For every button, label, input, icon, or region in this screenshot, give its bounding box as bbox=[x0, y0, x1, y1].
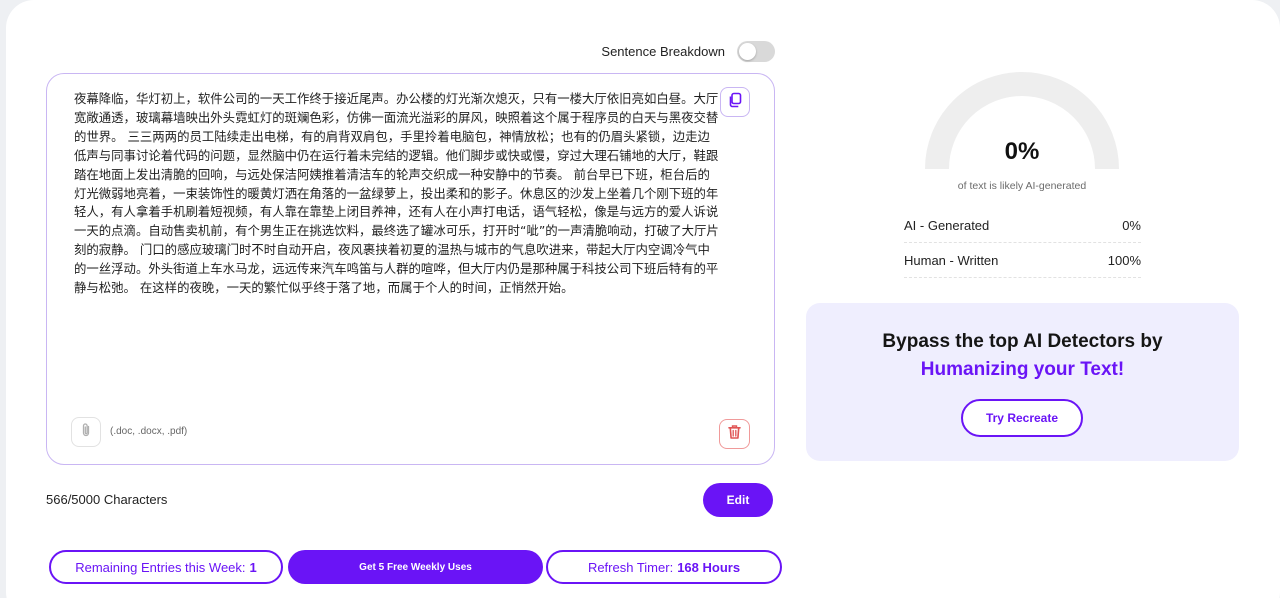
character-count: 566/5000 Characters bbox=[46, 492, 168, 507]
toggle-knob bbox=[739, 42, 756, 60]
remaining-entries-value: 1 bbox=[249, 559, 257, 575]
editor-textarea[interactable]: 夜幕降临，华灯初上，软件公司的一天工作终于接近尾声。办公楼的灯光渐次熄灭，只有一… bbox=[74, 90, 722, 298]
remaining-entries-button[interactable]: Remaining Entries this Week: 1 bbox=[49, 550, 283, 584]
delete-button[interactable] bbox=[719, 419, 750, 449]
ai-generated-row: AI - Generated 0% bbox=[904, 209, 1141, 243]
ai-generated-value: 0% bbox=[1122, 218, 1141, 233]
promo-headline: Bypass the top AI Detectors by bbox=[882, 331, 1163, 352]
trash-icon bbox=[727, 424, 742, 445]
copy-icon bbox=[727, 92, 743, 113]
human-written-label: Human - Written bbox=[904, 253, 999, 268]
attach-file-button[interactable] bbox=[71, 417, 101, 447]
refresh-timer-label: Refresh Timer: bbox=[587, 559, 674, 575]
ai-generated-label: AI - Generated bbox=[904, 218, 990, 233]
edit-button[interactable]: Edit bbox=[703, 483, 773, 517]
human-written-value: 100% bbox=[1107, 253, 1141, 268]
try-recreate-button[interactable]: Try Recreate bbox=[961, 399, 1083, 437]
human-written-row: Human - Written 100% bbox=[904, 244, 1141, 278]
refresh-timer-value: 168 Hours bbox=[677, 559, 741, 575]
text-editor[interactable]: 夜幕降临，华灯初上，软件公司的一天工作终于接近尾声。办公楼的灯光渐次熄灭，只有一… bbox=[46, 73, 775, 465]
ai-score-percent: 0% bbox=[1004, 138, 1040, 165]
remaining-entries-label: Remaining Entries this Week: bbox=[75, 559, 246, 575]
sentence-breakdown-toggle[interactable] bbox=[737, 40, 775, 62]
paperclip-icon bbox=[79, 422, 93, 443]
humanize-promo-card: Bypass the top AI Detectors by Humanizin… bbox=[806, 303, 1239, 461]
promo-highlight: Humanizing your Text! bbox=[920, 359, 1125, 380]
sentence-breakdown-row: Sentence Breakdown bbox=[600, 40, 775, 62]
file-types-hint: (.doc, .docx, .pdf) bbox=[110, 426, 188, 437]
ai-score-caption: of text is likely AI-generated bbox=[957, 180, 1087, 192]
sentence-breakdown-label: Sentence Breakdown bbox=[601, 43, 725, 59]
refresh-timer-button[interactable]: Refresh Timer: 168 Hours bbox=[546, 550, 782, 584]
get-free-uses-button[interactable]: Get 5 Free Weekly Uses bbox=[288, 550, 543, 584]
copy-button[interactable] bbox=[720, 87, 750, 117]
